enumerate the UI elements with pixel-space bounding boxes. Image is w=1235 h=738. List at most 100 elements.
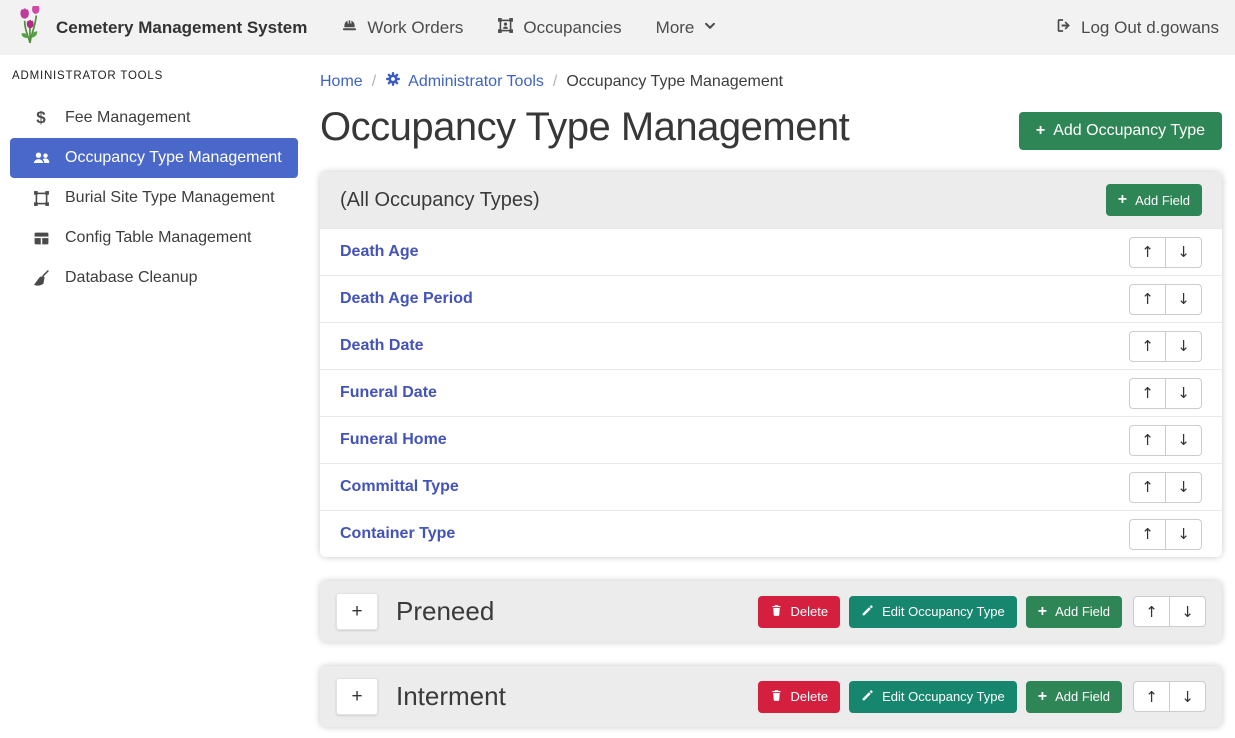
add-field-label: Add Field — [1135, 193, 1190, 208]
chevron-down-icon — [703, 18, 717, 38]
sidebar-item-label: Burial Site Type Management — [65, 189, 275, 207]
table-icon — [30, 230, 52, 247]
reorder-controls: ↑ ↓ — [1133, 681, 1206, 712]
edit-occupancy-type-label: Edit Occupancy Type — [882, 689, 1005, 704]
move-up-button[interactable]: ↑ — [1133, 681, 1170, 712]
gear-icon — [385, 71, 401, 92]
reorder-controls: ↑ ↓ — [1129, 284, 1202, 315]
move-up-button[interactable]: ↑ — [1129, 519, 1166, 550]
sidebar-item-database-cleanup[interactable]: Database Cleanup — [10, 258, 298, 298]
plus-icon: + — [1038, 689, 1047, 705]
move-up-button[interactable]: ↑ — [1129, 284, 1166, 315]
nav-more[interactable]: More — [656, 18, 718, 38]
sidebar-item-label: Database Cleanup — [65, 269, 198, 287]
all-types-card-title: (All Occupancy Types) — [340, 189, 540, 212]
plus-icon: + — [1038, 604, 1047, 620]
sidebar-item-label: Fee Management — [65, 109, 190, 127]
main-content: Home / Administrator Tools / Occupancy T… — [310, 55, 1235, 738]
move-up-button[interactable]: ↑ — [1133, 596, 1170, 627]
logout-label: Log Out d.gowans — [1081, 18, 1219, 38]
move-down-button[interactable]: ↓ — [1165, 331, 1202, 362]
move-down-button[interactable]: ↓ — [1165, 519, 1202, 550]
pencil-icon — [861, 689, 874, 705]
reorder-controls: ↑ ↓ — [1129, 519, 1202, 550]
nav-occupancies[interactable]: Occupancies — [497, 17, 621, 39]
field-row-death-age-period: Death Age Period ↑ ↓ — [320, 275, 1222, 322]
breadcrumb-admin-tools-label: Administrator Tools — [408, 73, 544, 91]
field-row-death-age: Death Age ↑ ↓ — [320, 228, 1222, 275]
delete-button[interactable]: Delete — [758, 681, 841, 713]
move-up-button[interactable]: ↑ — [1129, 472, 1166, 503]
sidebar-item-label: Config Table Management — [65, 229, 252, 247]
add-occupancy-type-button[interactable]: + Add Occupancy Type — [1019, 112, 1222, 150]
title-row: Occupancy Type Management + Add Occupanc… — [320, 104, 1222, 150]
trash-icon — [770, 689, 783, 705]
add-field-label: Add Field — [1055, 689, 1110, 704]
all-occupancy-types-card: (All Occupancy Types) + Add Field Death … — [320, 172, 1222, 557]
breadcrumb-admin-tools-link[interactable]: Administrator Tools — [385, 71, 544, 92]
move-down-button[interactable]: ↓ — [1165, 378, 1202, 409]
expand-button[interactable]: + — [336, 678, 378, 715]
delete-label: Delete — [791, 604, 829, 619]
reorder-controls: ↑ ↓ — [1129, 378, 1202, 409]
add-field-button[interactable]: + Add Field — [1106, 184, 1202, 216]
add-field-button[interactable]: + Add Field — [1026, 596, 1122, 628]
field-link[interactable]: Container Type — [340, 525, 455, 543]
app-title: Cemetery Management System — [56, 18, 307, 38]
breadcrumb-current-page: Occupancy Type Management — [566, 73, 783, 91]
sidebar-item-occupancy-type-management[interactable]: Occupancy Type Management — [10, 138, 298, 178]
move-up-button[interactable]: ↑ — [1129, 237, 1166, 268]
field-link[interactable]: Funeral Date — [340, 384, 437, 402]
section-preneed: + Preneed Delete Edit Occupancy Type + — [320, 581, 1222, 642]
sidebar-item-fee-management[interactable]: $ Fee Management — [10, 98, 298, 138]
field-link[interactable]: Funeral Home — [340, 431, 447, 449]
nav-occupancies-label: Occupancies — [523, 18, 621, 38]
move-up-button[interactable]: ↑ — [1129, 425, 1166, 456]
reorder-controls: ↑ ↓ — [1129, 472, 1202, 503]
move-down-button[interactable]: ↓ — [1169, 681, 1206, 712]
move-up-button[interactable]: ↑ — [1129, 331, 1166, 362]
dollar-icon: $ — [30, 108, 52, 128]
nav-more-label: More — [656, 18, 695, 38]
move-down-button[interactable]: ↓ — [1165, 237, 1202, 268]
field-row-committal-type: Committal Type ↑ ↓ — [320, 463, 1222, 510]
breadcrumb: Home / Administrator Tools / Occupancy T… — [320, 65, 1222, 92]
move-down-button[interactable]: ↓ — [1165, 284, 1202, 315]
nav-work-orders-label: Work Orders — [367, 18, 463, 38]
vector-square-icon — [30, 190, 52, 207]
plus-icon: + — [1118, 192, 1127, 208]
sidebar-item-burial-site-type-management[interactable]: Burial Site Type Management — [10, 178, 298, 218]
field-link[interactable]: Death Age Period — [340, 290, 473, 308]
field-link[interactable]: Death Date — [340, 337, 424, 355]
reorder-controls: ↑ ↓ — [1129, 425, 1202, 456]
delete-label: Delete — [791, 689, 829, 704]
nav-work-orders[interactable]: Work Orders — [341, 17, 463, 39]
edit-occupancy-type-label: Edit Occupancy Type — [882, 604, 1005, 619]
logout-button[interactable]: Log Out d.gowans — [1055, 17, 1219, 39]
hard-hat-icon — [341, 17, 358, 39]
sidebar-item-config-table-management[interactable]: Config Table Management — [10, 218, 298, 258]
breadcrumb-home-link[interactable]: Home — [320, 73, 363, 91]
reorder-controls: ↑ ↓ — [1133, 596, 1206, 627]
section-title: Interment — [396, 681, 758, 712]
move-up-button[interactable]: ↑ — [1129, 378, 1166, 409]
app-brand[interactable]: Cemetery Management System — [16, 6, 307, 49]
field-row-funeral-date: Funeral Date ↑ ↓ — [320, 369, 1222, 416]
move-down-button[interactable]: ↓ — [1165, 472, 1202, 503]
move-down-button[interactable]: ↓ — [1169, 596, 1206, 627]
reorder-controls: ↑ ↓ — [1129, 331, 1202, 362]
add-occupancy-type-label: Add Occupancy Type — [1053, 122, 1205, 140]
field-link[interactable]: Death Age — [340, 243, 419, 261]
section-title: Preneed — [396, 596, 758, 627]
move-down-button[interactable]: ↓ — [1165, 425, 1202, 456]
delete-button[interactable]: Delete — [758, 596, 841, 628]
expand-button[interactable]: + — [336, 593, 378, 630]
add-field-button[interactable]: + Add Field — [1026, 681, 1122, 713]
broom-icon — [30, 270, 52, 287]
field-link[interactable]: Committal Type — [340, 478, 459, 496]
add-field-label: Add Field — [1055, 604, 1110, 619]
reorder-controls: ↑ ↓ — [1129, 237, 1202, 268]
edit-occupancy-type-button[interactable]: Edit Occupancy Type — [849, 681, 1017, 713]
users-icon — [30, 150, 52, 166]
edit-occupancy-type-button[interactable]: Edit Occupancy Type — [849, 596, 1017, 628]
